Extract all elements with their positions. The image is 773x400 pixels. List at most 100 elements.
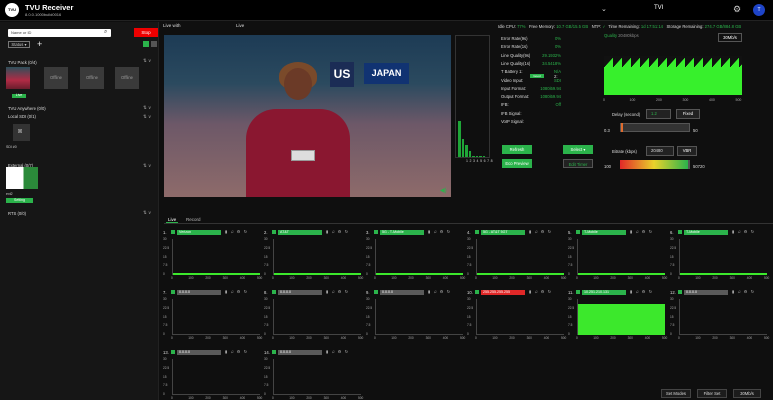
audio-channel-labels: 1 2 3 4 5 6 7 8 — [466, 159, 493, 163]
quality-rate-badge[interactable]: 30Mb/s — [718, 33, 742, 42]
section-collapse-control[interactable]: ⇅ ∨ — [143, 114, 151, 120]
volume-icon[interactable]: ◀) — [440, 187, 447, 194]
section-tvu-pack[interactable]: TVU Pack (0/4) — [8, 60, 37, 65]
channel-action-icons[interactable]: ▮ ♫ ⚙ ↻ — [326, 349, 349, 354]
search-icon[interactable]: ⌕ — [104, 29, 107, 36]
channel-number: 13. — [163, 350, 169, 355]
vbr-button[interactable]: VBR — [677, 146, 697, 156]
video-sign: JAPAN — [364, 63, 409, 84]
channel-action-icons[interactable]: ▮ ♫ ⚙ ↻ — [326, 289, 349, 294]
channel-plot — [375, 299, 463, 335]
set-modes-button[interactable]: Set Modes — [661, 389, 691, 398]
channel-checkbox[interactable] — [171, 350, 175, 354]
gear-icon[interactable]: ⚙ — [733, 4, 741, 15]
channel-checkbox[interactable] — [475, 290, 479, 294]
channel-checkbox[interactable] — [576, 230, 580, 234]
setting-button[interactable]: Setting — [6, 198, 33, 203]
channel-y-tick: 7.5 — [163, 383, 168, 388]
channel-action-icons[interactable]: ▮ ♫ ⚙ ↻ — [630, 229, 653, 234]
stat-value: 1080i59.94 — [540, 85, 561, 91]
channel-throughput-fill — [477, 273, 564, 275]
delay-input[interactable]: 1.2 — [646, 109, 671, 119]
section-collapse-control[interactable]: ⇅ ∨ — [143, 105, 151, 111]
quality-bar — [614, 65, 615, 95]
search-input[interactable]: Name or ID — [8, 29, 111, 37]
source-tile[interactable]: Offline — [44, 67, 68, 89]
channel-checkbox[interactable] — [576, 290, 580, 294]
section-collapse-control[interactable]: ⇅ ∨ — [143, 210, 151, 216]
channel-action-icons[interactable]: ▮ ♫ ⚙ ↻ — [630, 289, 653, 294]
channel-checkbox[interactable] — [374, 290, 378, 294]
list-view-icon[interactable] — [151, 41, 157, 47]
filter-set-button[interactable]: Filter Set — [697, 389, 727, 398]
section-tvu-anywhere[interactable]: TVU Anywhere (0/0) — [8, 106, 46, 111]
refresh-button[interactable]: Refresh — [502, 145, 532, 154]
channel-checkbox[interactable] — [678, 230, 682, 234]
channel-action-icons[interactable]: ▮ ♫ ⚙ ↻ — [529, 289, 552, 294]
chevron-down-icon[interactable]: ⌄ — [601, 5, 607, 13]
section-rts[interactable]: RTS (0/0) — [8, 211, 26, 216]
section-local-sdi[interactable]: Local SDI (0/1) — [8, 114, 36, 119]
channel-plot — [577, 239, 665, 275]
delay-slider[interactable] — [620, 123, 690, 132]
quality-bar — [690, 61, 691, 95]
select-button[interactable]: Select ▾ — [563, 145, 593, 154]
channel-action-icons[interactable]: ▮ ♫ ⚙ ↻ — [428, 229, 451, 234]
stop-button[interactable]: Stop — [134, 28, 158, 37]
grid-view-icon[interactable] — [143, 41, 149, 47]
source-tile[interactable]: Offline — [80, 67, 104, 89]
channel-action-icons[interactable]: ▮ ♫ ⚙ ↻ — [529, 229, 552, 234]
channel-checkbox[interactable] — [272, 290, 276, 294]
channel-x-tick: 500 — [460, 276, 466, 280]
channel-checkbox[interactable] — [272, 230, 276, 234]
section-collapse-control[interactable]: ⇅ ∨ — [143, 163, 151, 169]
channel-action-icons[interactable]: ▮ ♫ ⚙ ↻ — [225, 289, 248, 294]
quality-bar — [733, 63, 734, 95]
delay-slider-handle[interactable] — [621, 123, 624, 132]
channel-action-icons[interactable]: ▮ ♫ ⚙ ↻ — [326, 229, 349, 234]
eco-preview-button[interactable]: Eco Preview — [502, 159, 532, 168]
fixed-button[interactable]: Fixed — [676, 109, 700, 119]
external-source-tile[interactable] — [6, 167, 38, 189]
channel-checkbox[interactable] — [475, 230, 479, 234]
status-filter-button[interactable]: Status ▾ — [8, 41, 30, 48]
channel-action-icons[interactable]: ▮ ♫ ⚙ ↻ — [225, 349, 248, 354]
channel-label: 0.0.0.0 — [278, 350, 322, 355]
channel-action-icons[interactable]: ▮ ♫ ⚙ ↻ — [428, 289, 451, 294]
quality-bar — [725, 62, 726, 95]
channel-y-tick: 0 — [264, 332, 266, 337]
avatar[interactable]: T — [753, 4, 765, 16]
channel-y-tick: 0 — [467, 332, 469, 337]
tab-record[interactable]: Record — [186, 217, 201, 222]
channel-x-tick: 500 — [257, 336, 263, 340]
source-name: ext2 — [6, 192, 13, 196]
channel-action-icons[interactable]: ▮ ♫ ⚙ ↻ — [732, 289, 755, 294]
channel-y-tick: 0 — [467, 272, 469, 277]
channel-x-tick: 0 — [475, 276, 477, 280]
quality-bar — [619, 60, 620, 95]
add-source-button[interactable]: + — [37, 39, 42, 49]
channel-checkbox[interactable] — [272, 350, 276, 354]
storage-label: Storage Remaining: — [666, 24, 704, 29]
source-tile[interactable]: Offline — [115, 67, 139, 89]
channel-checkbox[interactable] — [171, 230, 175, 234]
channel-checkbox[interactable] — [374, 230, 378, 234]
source-tile[interactable] — [6, 67, 30, 89]
bitrate-input[interactable]: 20480 — [646, 146, 674, 156]
rate-button[interactable]: 30Mb/s — [733, 389, 761, 398]
channel-label: 0.0.0.0 — [177, 290, 221, 295]
channel-action-icons[interactable]: ▮ ♫ ⚙ ↻ — [225, 229, 248, 234]
receiver-name[interactable]: TVI — [654, 5, 663, 11]
channel-x-tick: 100 — [289, 276, 295, 280]
bitrate-slider[interactable] — [620, 160, 688, 169]
channel-checkbox[interactable] — [171, 290, 175, 294]
quality-bar — [698, 62, 699, 95]
quality-bar — [723, 64, 724, 95]
quality-bar — [700, 60, 701, 95]
channel-x-tick: 0 — [171, 336, 173, 340]
channel-action-icons[interactable]: ▮ ♫ ⚙ ↻ — [732, 229, 755, 234]
section-collapse-control[interactable]: ⇅ ∨ — [143, 58, 151, 64]
edit-timer-button[interactable]: Edit Timer — [563, 159, 593, 168]
channel-x-tick: 300 — [729, 336, 735, 340]
channel-checkbox[interactable] — [678, 290, 682, 294]
